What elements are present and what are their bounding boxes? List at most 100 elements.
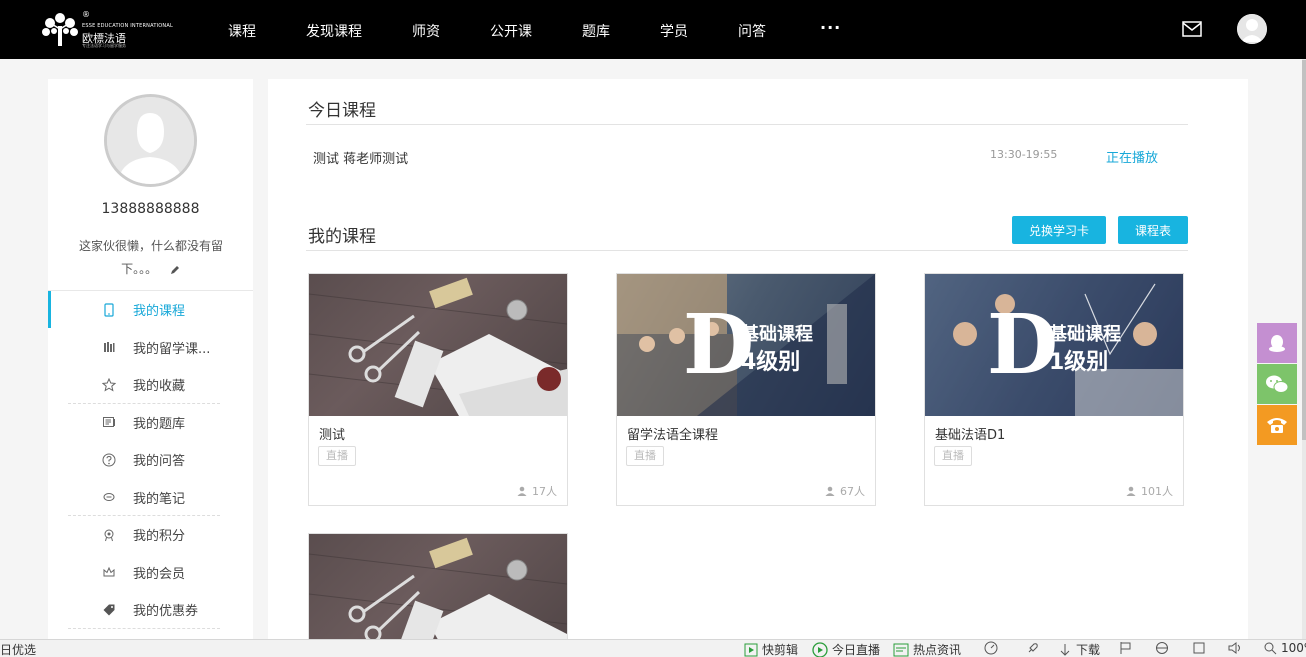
sidebar-item-notes[interactable]: 我的笔记	[48, 479, 253, 517]
statusbar-today-live[interactable]: 今日直播	[812, 641, 880, 657]
sidebar: 13888888888 这家伙很懒，什么都没有留 下。。。 我的课程 我的留学课…	[48, 79, 253, 639]
course-title: 留学法语全课程	[627, 428, 719, 443]
phone-contact-button[interactable]	[1257, 405, 1297, 445]
live-tag: 直播	[318, 446, 356, 466]
browser-statusbar: 日优选 快剪辑 今日直播 热点资讯 下载 100%	[0, 639, 1306, 657]
statusbar-left-label: 日优选	[0, 643, 37, 657]
course-thumbnail	[309, 274, 567, 416]
today-course-time: 13:30-19:55	[990, 148, 1058, 161]
newspaper-icon	[103, 417, 115, 428]
nav-more-button[interactable]: ···	[820, 18, 841, 37]
wechat-contact-button[interactable]	[1257, 364, 1297, 404]
student-count-text: 17人	[532, 485, 557, 498]
download-arrow-icon	[1060, 643, 1070, 656]
profile-bio-line1: 这家伙很懒，什么都没有留	[78, 239, 223, 253]
statusbar-quick-edit[interactable]: 快剪辑	[744, 641, 798, 657]
statusbar-rocket[interactable]	[1026, 641, 1044, 655]
medal-icon	[104, 529, 114, 541]
statusbar-label: 快剪辑	[762, 643, 799, 657]
desk-scissors-image	[309, 277, 567, 416]
sidebar-item-qa[interactable]: 我的问答	[48, 441, 253, 479]
course-title: 基础法语D1	[935, 428, 1006, 443]
statusbar-volume[interactable]	[1228, 641, 1248, 655]
student-count: 17人	[517, 483, 557, 499]
course-card[interactable]: 测试 直播 17人	[308, 273, 568, 506]
live-tag: 直播	[934, 446, 972, 466]
today-course-name[interactable]: 测试 蒋老师测试	[313, 148, 408, 167]
student-count: 101人	[1126, 483, 1173, 499]
logo-reg-mark: ®	[82, 10, 90, 19]
statusbar-zoom[interactable]: 100%	[1263, 641, 1306, 655]
profile-bio-line2-row: 下。。。	[76, 258, 226, 281]
nav-discover-courses[interactable]: 发现课程	[306, 21, 362, 41]
avatar-silhouette-icon	[1237, 14, 1267, 44]
banner-line2: 4级别	[741, 350, 801, 375]
question-icon	[102, 453, 116, 467]
nav-qa[interactable]: 问答	[738, 21, 766, 41]
live-tag: 直播	[626, 446, 664, 466]
profile-phone: 13888888888	[101, 201, 200, 217]
statusbar-accelerate[interactable]	[984, 641, 1002, 655]
main-content: 今日课程 测试 蒋老师测试 13:30-19:55 正在播放 我的课程 兑换学习…	[268, 79, 1248, 639]
tablet-icon	[104, 303, 114, 317]
statusbar-label: 热点资讯	[913, 643, 962, 657]
sidebar-item-my-courses[interactable]: 我的课程	[48, 291, 253, 329]
nav-open-class[interactable]: 公开课	[490, 21, 532, 41]
schedule-button[interactable]: 课程表	[1118, 216, 1188, 244]
speaker-icon	[1228, 642, 1240, 654]
sidebar-item-label: 我的优惠券	[133, 604, 199, 620]
speedometer-icon	[984, 641, 998, 655]
now-playing-link[interactable]: 正在播放	[1106, 147, 1158, 166]
divider	[306, 124, 1188, 125]
statusbar-left-text[interactable]: 日优选	[0, 641, 36, 657]
pencil-icon[interactable]	[169, 264, 181, 276]
statusbar-label: 下载	[1076, 643, 1101, 657]
profile-avatar[interactable]	[104, 94, 197, 187]
redeem-card-button[interactable]: 兑换学习卡	[1012, 216, 1106, 244]
course-card[interactable]: D 基础课程 1级别 基础法语D1 直播 101人	[924, 273, 1184, 506]
statusbar-ie-mode[interactable]	[1155, 641, 1173, 655]
telephone-icon	[1267, 418, 1287, 433]
banner-line1: 基础课程	[741, 324, 813, 345]
sidebar-item-membership[interactable]: 我的会员	[48, 554, 253, 592]
profile-bio-line2: 下。。。	[121, 262, 158, 276]
user-avatar[interactable]	[1237, 14, 1267, 44]
course-title: 测试	[319, 428, 346, 443]
sidebar-item-favorites[interactable]: 我的收藏	[48, 366, 253, 404]
sidebar-menu: 我的课程 我的留学课... 我的收藏 我的题库 我的问答 我的笔记 我的积分 我…	[48, 291, 253, 629]
star-icon	[102, 377, 116, 392]
sidebar-item-question-bank[interactable]: 我的题库	[48, 404, 253, 442]
nav-question-bank[interactable]: 题库	[582, 21, 610, 41]
sidebar-item-label: 我的问答	[133, 454, 186, 470]
user-icon	[1126, 486, 1136, 496]
sidebar-item-points[interactable]: 我的积分	[48, 516, 253, 554]
sidebar-item-label: 我的笔记	[133, 491, 186, 507]
course-thumbnail: D 基础课程 4级别	[617, 274, 875, 416]
statusbar-flag[interactable]	[1119, 641, 1137, 655]
tag-icon	[103, 604, 115, 616]
course-card[interactable]	[308, 533, 568, 639]
sidebar-item-study-abroad[interactable]: 我的留学课...	[48, 329, 253, 367]
statusbar-hot-news[interactable]: 热点资讯	[893, 641, 961, 657]
banner-line1: 基础课程	[1049, 324, 1121, 345]
user-icon	[825, 486, 835, 496]
my-courses-title: 我的课程	[308, 227, 376, 247]
nav-students[interactable]: 学员	[660, 21, 688, 41]
sidebar-item-coupons[interactable]: 我的优惠券	[48, 591, 253, 629]
nav-teachers[interactable]: 师资	[412, 21, 440, 41]
mail-icon[interactable]	[1182, 21, 1202, 37]
note-icon	[103, 493, 115, 502]
page-scrollbar-thumb[interactable]	[1302, 60, 1306, 440]
books-icon	[104, 342, 115, 353]
qq-contact-button[interactable]	[1257, 323, 1297, 363]
course-card[interactable]: D 基础课程 4级别 留学法语全课程 直播 67人	[616, 273, 876, 506]
user-icon	[517, 486, 527, 496]
top-navbar: ® ESSE EDUCATION INTERNATIONAL 欧標法语 专注法语…	[0, 0, 1306, 59]
site-logo[interactable]: ® ESSE EDUCATION INTERNATIONAL 欧標法语 专注法语…	[38, 10, 173, 50]
zoom-level-text: 100%	[1281, 641, 1306, 655]
statusbar-window[interactable]	[1192, 641, 1210, 655]
today-courses-title: 今日课程	[308, 101, 376, 121]
statusbar-download[interactable]: 下载	[1058, 641, 1100, 657]
nav-courses[interactable]: 课程	[228, 21, 256, 41]
ie-browser-icon	[1156, 642, 1168, 654]
